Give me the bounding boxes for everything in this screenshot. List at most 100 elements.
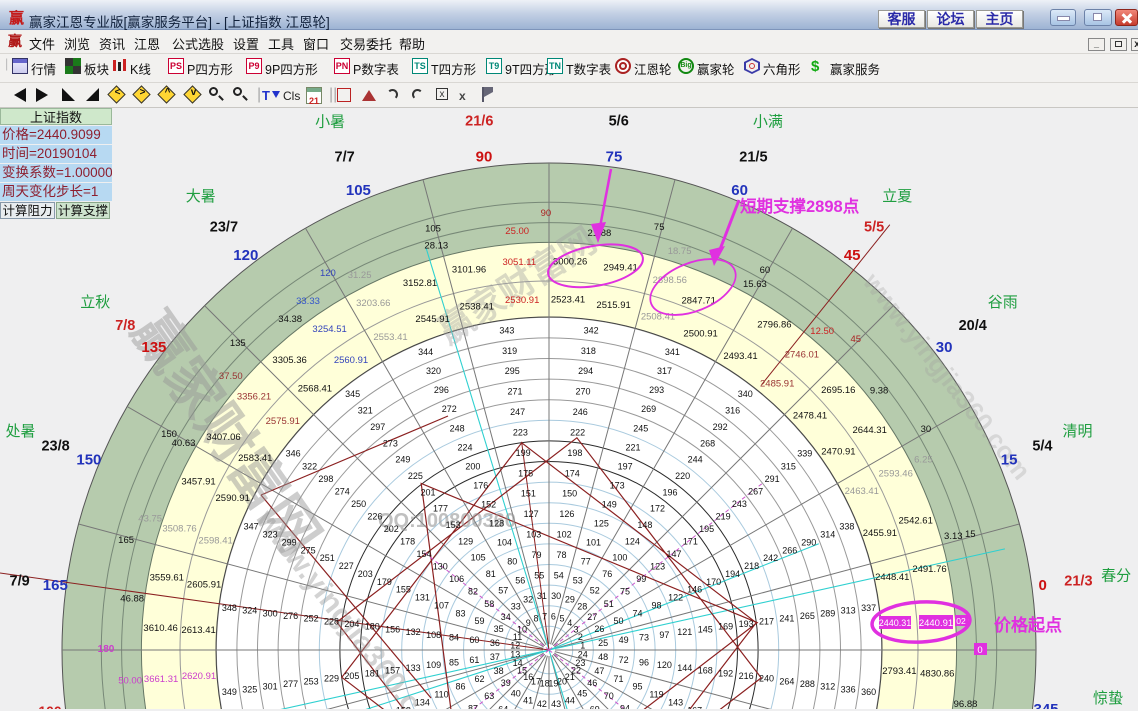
svg-text:294: 294 bbox=[578, 366, 593, 376]
svg-text:105: 105 bbox=[425, 224, 441, 235]
svg-text:120: 120 bbox=[233, 247, 258, 264]
svg-text:121: 121 bbox=[677, 627, 692, 637]
svg-text:169: 169 bbox=[718, 622, 733, 632]
svg-text:2493.41: 2493.41 bbox=[723, 351, 757, 362]
svg-text:340: 340 bbox=[738, 389, 753, 399]
svg-text:惊蛰: 惊蛰 bbox=[1093, 690, 1123, 707]
svg-text:2575.91: 2575.91 bbox=[266, 416, 300, 427]
svg-text:314: 314 bbox=[820, 530, 835, 540]
svg-text:135: 135 bbox=[141, 339, 166, 356]
svg-text:347: 347 bbox=[244, 522, 259, 532]
svg-text:7: 7 bbox=[542, 611, 547, 621]
svg-text:3254.51: 3254.51 bbox=[312, 324, 346, 335]
svg-text:3.13: 3.13 bbox=[944, 531, 963, 542]
svg-text:130: 130 bbox=[433, 562, 448, 572]
svg-text:266: 266 bbox=[782, 545, 797, 555]
svg-text:253: 253 bbox=[304, 676, 319, 686]
svg-text:7/9: 7/9 bbox=[10, 573, 30, 589]
svg-text:105: 105 bbox=[471, 553, 486, 563]
svg-text:124: 124 bbox=[625, 536, 640, 546]
svg-text:119: 119 bbox=[649, 690, 663, 700]
svg-text:180: 180 bbox=[98, 644, 115, 655]
svg-text:90: 90 bbox=[476, 148, 493, 165]
svg-text:3356.21: 3356.21 bbox=[237, 391, 271, 402]
svg-text:2440.31: 2440.31 bbox=[879, 618, 912, 628]
svg-text:02: 02 bbox=[956, 616, 966, 626]
svg-text:319: 319 bbox=[502, 346, 517, 356]
svg-text:102: 102 bbox=[557, 530, 572, 540]
svg-text:269: 269 bbox=[641, 404, 656, 414]
svg-text:31: 31 bbox=[537, 591, 547, 601]
svg-text:72: 72 bbox=[619, 655, 629, 665]
svg-text:248: 248 bbox=[450, 423, 465, 433]
svg-text:226: 226 bbox=[367, 511, 382, 521]
svg-text:38: 38 bbox=[494, 666, 504, 676]
svg-text:3559.61: 3559.61 bbox=[150, 573, 184, 584]
svg-text:153: 153 bbox=[446, 520, 461, 530]
svg-text:46: 46 bbox=[587, 678, 597, 688]
svg-text:80: 80 bbox=[507, 557, 517, 567]
svg-text:168: 168 bbox=[698, 666, 713, 676]
svg-text:47: 47 bbox=[594, 666, 604, 676]
svg-text:75: 75 bbox=[606, 148, 623, 165]
svg-text:83: 83 bbox=[455, 608, 465, 618]
svg-text:31.25: 31.25 bbox=[348, 270, 372, 281]
svg-text:2695.16: 2695.16 bbox=[821, 385, 855, 396]
svg-text:28: 28 bbox=[577, 602, 587, 612]
svg-text:155: 155 bbox=[396, 585, 411, 595]
svg-text:2542.61: 2542.61 bbox=[899, 515, 933, 526]
svg-text:52: 52 bbox=[590, 585, 600, 595]
svg-text:55: 55 bbox=[534, 570, 544, 580]
svg-text:50.00: 50.00 bbox=[118, 676, 142, 687]
svg-text:33: 33 bbox=[511, 602, 521, 612]
svg-text:251: 251 bbox=[320, 553, 335, 563]
svg-text:2553.41: 2553.41 bbox=[373, 332, 407, 343]
svg-text:275: 275 bbox=[301, 545, 316, 555]
svg-text:157: 157 bbox=[385, 666, 400, 676]
svg-text:61: 61 bbox=[469, 655, 479, 665]
svg-text:336: 336 bbox=[841, 684, 856, 694]
svg-text:145: 145 bbox=[698, 624, 713, 634]
svg-text:74: 74 bbox=[632, 608, 642, 618]
svg-text:178: 178 bbox=[400, 537, 415, 547]
svg-text:240: 240 bbox=[759, 674, 774, 684]
svg-text:154: 154 bbox=[416, 549, 431, 559]
svg-text:30: 30 bbox=[936, 339, 953, 356]
svg-text:48: 48 bbox=[598, 652, 608, 662]
svg-text:44: 44 bbox=[565, 695, 575, 705]
svg-text:81: 81 bbox=[486, 569, 496, 579]
svg-text:98: 98 bbox=[651, 601, 661, 611]
svg-text:346: 346 bbox=[286, 449, 301, 459]
svg-text:171: 171 bbox=[683, 537, 698, 547]
svg-text:41: 41 bbox=[523, 695, 533, 705]
svg-text:345: 345 bbox=[345, 389, 360, 399]
svg-text:87: 87 bbox=[468, 703, 478, 709]
svg-text:165: 165 bbox=[43, 577, 68, 594]
svg-text:56: 56 bbox=[515, 576, 525, 586]
svg-text:170: 170 bbox=[706, 577, 721, 587]
svg-text:小暑: 小暑 bbox=[315, 114, 345, 131]
svg-text:6: 6 bbox=[551, 611, 556, 621]
svg-text:148: 148 bbox=[637, 520, 652, 530]
svg-text:243: 243 bbox=[732, 499, 747, 509]
svg-text:150: 150 bbox=[562, 489, 577, 499]
svg-text:270: 270 bbox=[575, 387, 590, 397]
svg-text:205: 205 bbox=[344, 671, 359, 681]
svg-text:3051.11: 3051.11 bbox=[502, 257, 536, 268]
svg-text:3407.06: 3407.06 bbox=[206, 432, 240, 443]
svg-text:127: 127 bbox=[524, 509, 539, 519]
svg-text:27: 27 bbox=[587, 612, 597, 622]
svg-text:110: 110 bbox=[434, 690, 448, 700]
svg-text:90: 90 bbox=[541, 208, 552, 219]
svg-text:146: 146 bbox=[687, 585, 702, 595]
svg-text:95: 95 bbox=[632, 682, 642, 692]
svg-text:立夏: 立夏 bbox=[882, 188, 912, 205]
svg-text:291: 291 bbox=[765, 474, 780, 484]
svg-text:50: 50 bbox=[613, 616, 623, 626]
svg-text:立秋: 立秋 bbox=[80, 294, 110, 311]
svg-text:301: 301 bbox=[263, 682, 278, 692]
svg-text:158: 158 bbox=[396, 705, 411, 709]
svg-text:43: 43 bbox=[551, 699, 561, 709]
svg-text:39: 39 bbox=[501, 678, 511, 688]
svg-text:30: 30 bbox=[551, 591, 561, 601]
